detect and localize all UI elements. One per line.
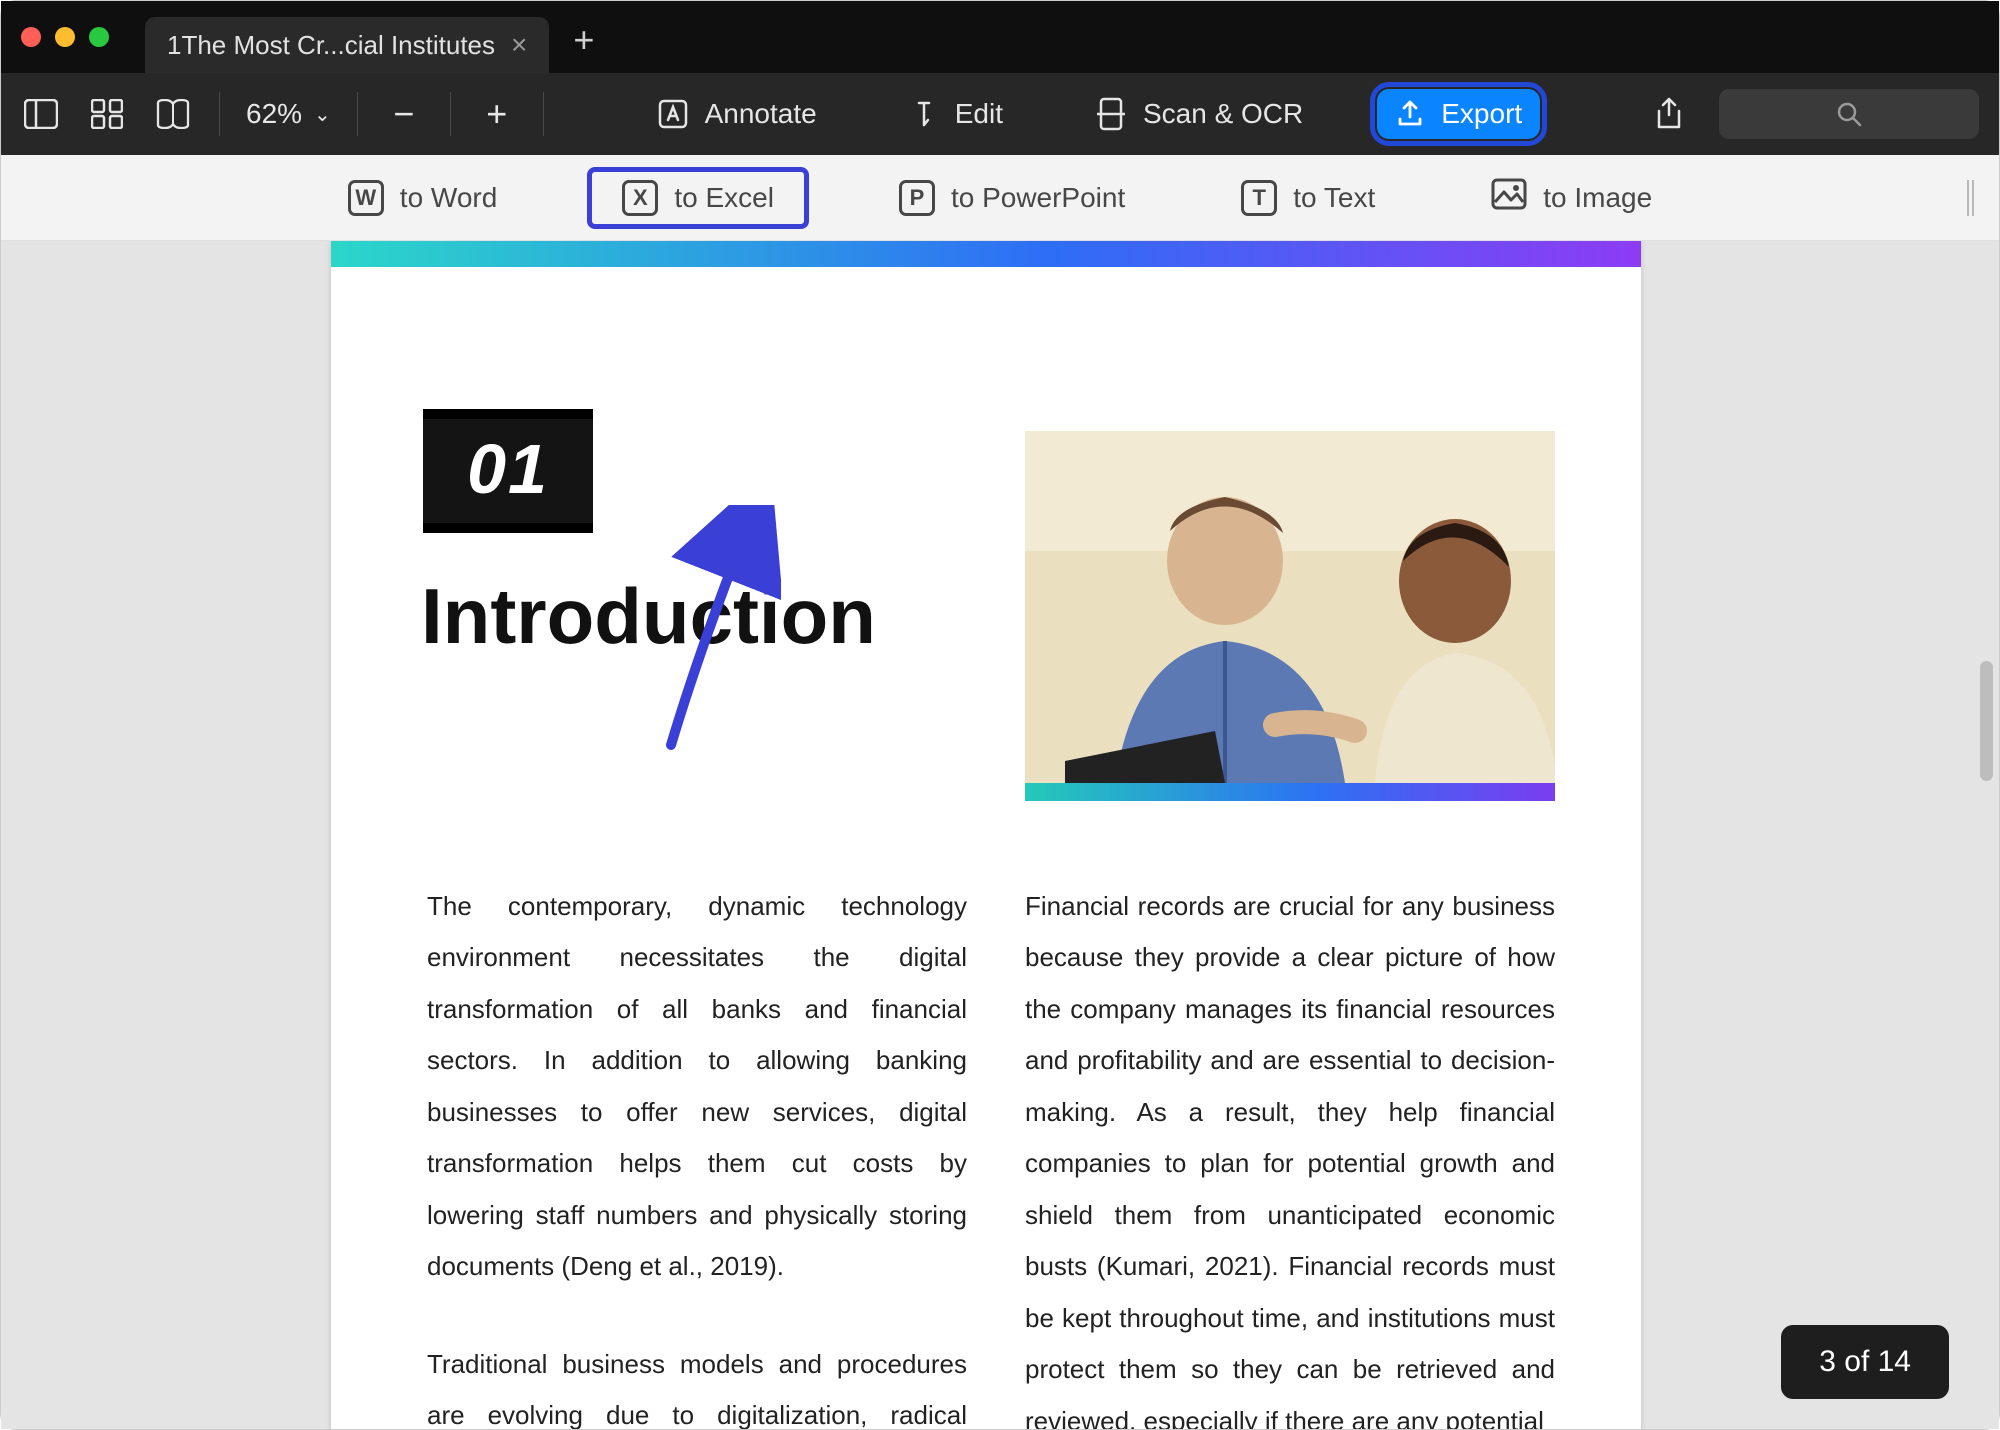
to-text-label: to Text [1293, 182, 1375, 214]
edit-label: Edit [955, 98, 1003, 130]
paragraph: The contemporary, dynamic technology env… [427, 881, 967, 1293]
window-controls [21, 27, 109, 47]
separator [450, 92, 451, 136]
zoom-in-button[interactable]: + [477, 93, 517, 135]
chevron-down-icon: ⌄ [314, 102, 331, 127]
thumbnails-icon[interactable] [87, 94, 127, 134]
reader-view-icon[interactable] [153, 94, 193, 134]
powerpoint-icon: P [899, 180, 935, 216]
section-title: Introduction [421, 571, 876, 662]
word-icon: W [348, 180, 384, 216]
export-to-powerpoint-button[interactable]: P to PowerPoint [873, 170, 1151, 226]
export-button[interactable]: Export [1377, 89, 1540, 139]
section-number-badge: 01 [423, 409, 593, 533]
document-viewport[interactable]: 01 Introduction [1, 241, 1999, 1429]
page-header-gradient [331, 241, 1641, 267]
text-icon: T [1241, 180, 1277, 216]
close-tab-icon[interactable]: × [511, 31, 527, 59]
photo-gradient-underline [1025, 783, 1555, 801]
scan-icon [1095, 97, 1127, 131]
pdf-page: 01 Introduction [331, 241, 1641, 1429]
annotate-button[interactable]: Annotate [639, 89, 835, 139]
separator [219, 92, 220, 136]
toolbar-actions: Annotate Edit Scan & OCR Export [570, 89, 1609, 139]
zoom-out-button[interactable]: − [384, 93, 424, 135]
export-subtoolbar: W to Word X to Excel P to PowerPoint T t… [1, 155, 1999, 241]
paragraph: Financial records are crucial for any bu… [1025, 881, 1555, 1429]
separator [357, 92, 358, 136]
scrollbar-thumb[interactable] [1980, 661, 1993, 781]
body-column-right: Financial records are crucial for any bu… [1025, 881, 1555, 1429]
export-to-text-button[interactable]: T to Text [1215, 170, 1401, 226]
scan-ocr-label: Scan & OCR [1143, 98, 1303, 130]
zoom-value: 62% [246, 98, 302, 130]
edit-button[interactable]: Edit [891, 89, 1021, 139]
export-icon [1395, 99, 1425, 129]
window-titlebar: 1The Most Cr...cial Institutes × + [1, 1, 1999, 73]
to-excel-label: to Excel [674, 182, 774, 214]
to-powerpoint-label: to PowerPoint [951, 182, 1125, 214]
section-number: 01 [423, 419, 593, 523]
document-tab[interactable]: 1The Most Cr...cial Institutes × [145, 17, 549, 73]
minimize-window-button[interactable] [55, 27, 75, 47]
edit-icon [909, 98, 939, 130]
scan-ocr-button[interactable]: Scan & OCR [1077, 89, 1321, 139]
image-icon [1491, 178, 1527, 217]
search-icon [1836, 101, 1862, 127]
sidebar-toggle-icon[interactable] [21, 94, 61, 134]
fullscreen-window-button[interactable] [89, 27, 109, 47]
search-input[interactable] [1719, 89, 1979, 139]
separator [543, 92, 544, 136]
annotate-icon [657, 98, 689, 130]
excel-icon: X [622, 180, 658, 216]
zoom-dropdown[interactable]: 62% ⌄ [246, 98, 331, 130]
to-word-label: to Word [400, 182, 498, 214]
view-mode-group [21, 94, 193, 134]
export-to-image-button[interactable]: to Image [1465, 168, 1678, 227]
close-window-button[interactable] [21, 27, 41, 47]
main-toolbar: 62% ⌄ − + Annotate Edit Scan & OCR Expor… [1, 73, 1999, 155]
hero-photo [1025, 431, 1555, 783]
page-indicator: 3 of 14 [1781, 1325, 1949, 1399]
to-image-label: to Image [1543, 182, 1652, 214]
export-to-excel-button[interactable]: X to Excel [587, 167, 809, 229]
share-icon[interactable] [1649, 94, 1689, 134]
export-label: Export [1441, 98, 1522, 130]
new-tab-button[interactable]: + [573, 19, 594, 61]
export-to-word-button[interactable]: W to Word [322, 170, 524, 226]
body-column-left: The contemporary, dynamic technology env… [427, 881, 967, 1429]
annotate-label: Annotate [705, 98, 817, 130]
tab-title: 1The Most Cr...cial Institutes [167, 30, 495, 61]
hero-image-block [1025, 431, 1555, 801]
paragraph: Traditional business models and procedur… [427, 1339, 967, 1429]
page-indicator-text: 3 of 14 [1819, 1345, 1911, 1378]
panel-drag-handle[interactable] [1967, 180, 1977, 216]
